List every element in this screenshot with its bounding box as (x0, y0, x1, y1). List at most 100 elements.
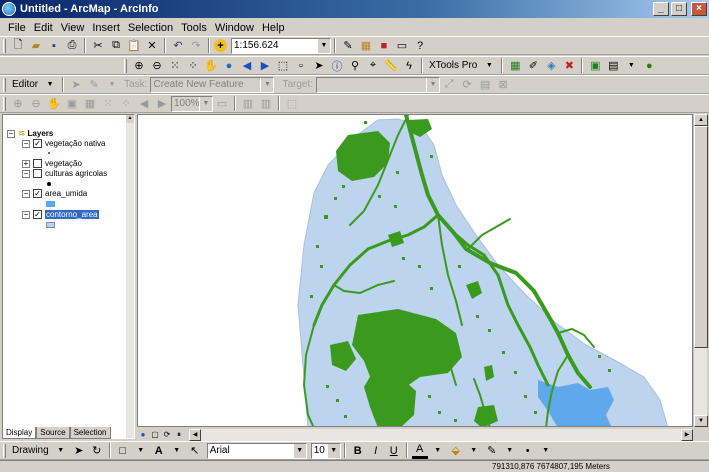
paste-icon[interactable]: 📋 (126, 38, 142, 54)
zoom-whole-page-icon[interactable]: ▣ (64, 96, 80, 112)
layer-row[interactable]: − ✓ contorno_area (22, 210, 99, 219)
layer-row[interactable]: − ✓ area_umida (22, 189, 87, 198)
xtools-table-icon[interactable]: ▦ (507, 58, 523, 74)
chevron-down-icon[interactable]: ▼ (42, 77, 58, 93)
sketch-properties-icon[interactable]: ⊠ (495, 77, 511, 93)
collapse-icon[interactable]: − (22, 189, 30, 198)
fixed-zoom-in-icon[interactable]: ⁙ (167, 58, 183, 74)
layer-name[interactable]: vegetação (45, 159, 82, 168)
layer-visibility-checkbox[interactable]: ✓ (33, 189, 42, 198)
measure-icon[interactable]: 📏 (383, 58, 399, 74)
attributes-icon[interactable]: ▤ (477, 77, 493, 93)
minimize-button[interactable]: _ (653, 2, 669, 16)
chevron-down-icon[interactable]: ▼ (169, 443, 185, 459)
chevron-down-icon[interactable]: ▼ (317, 38, 330, 53)
marker-color-icon[interactable]: • (520, 443, 536, 459)
chevron-down-icon[interactable]: ▼ (481, 58, 497, 74)
menu-selection[interactable]: Selection (124, 22, 177, 34)
toolbar-grip[interactable] (3, 77, 6, 92)
identify-icon[interactable]: ⓘ (329, 58, 345, 74)
scroll-down-icon[interactable]: ▼ (694, 415, 708, 427)
bold-icon[interactable]: B (350, 443, 366, 459)
line-color-icon[interactable]: ✎ (484, 443, 500, 459)
save-icon[interactable]: ▪ (46, 38, 62, 54)
chevron-down-icon[interactable]: ▼ (502, 443, 518, 459)
chevron-down-icon[interactable]: ▼ (326, 443, 340, 458)
tab-display[interactable]: Display (2, 427, 37, 439)
layout-zoom-combo[interactable]: 100% ▼ (171, 95, 213, 112)
menu-edit[interactable]: Edit (30, 22, 57, 34)
menu-view[interactable]: View (57, 22, 89, 34)
map-scale-combo[interactable]: 1:156.624 ▼ (231, 37, 331, 54)
select-elements-arrow-icon[interactable]: ➤ (71, 443, 87, 459)
command-line-icon[interactable]: ▭ (394, 38, 410, 54)
print-icon[interactable]: ⎙ (64, 38, 80, 54)
toggle-draft-icon[interactable]: ▭ (214, 96, 230, 112)
select-elements-arrow-icon[interactable]: ➤ (311, 58, 327, 74)
collapse-icon[interactable]: − (22, 139, 30, 148)
menu-help[interactable]: Help (258, 22, 289, 34)
menu-tools[interactable]: Tools (177, 22, 211, 34)
layer-row[interactable]: − ✓ vegetação nativa (22, 139, 106, 148)
text-tool-icon[interactable]: A (151, 443, 167, 459)
layer-row[interactable]: + vegetação (22, 159, 82, 168)
italic-icon[interactable]: I (368, 443, 384, 459)
layer-visibility-checkbox[interactable] (33, 159, 42, 168)
close-button[interactable]: × (691, 2, 707, 16)
font-color-icon[interactable]: A (411, 443, 428, 459)
menu-insert[interactable]: Insert (88, 22, 124, 34)
scroll-left-icon[interactable]: ◀ (189, 428, 201, 441)
copy-icon[interactable]: ⧉ (108, 38, 124, 54)
layer-name[interactable]: vegetação nativa (45, 139, 106, 148)
xtools-remove-icon[interactable]: ✖ (561, 58, 577, 74)
layer-visibility-checkbox[interactable] (33, 169, 42, 178)
sketch-pencil-icon[interactable]: ✎ (86, 77, 102, 93)
toolbar-grip[interactable] (3, 443, 6, 458)
zoom-in-icon[interactable]: ⊕ (131, 58, 147, 74)
task-combo[interactable]: Create New Feature ▼ (150, 76, 275, 93)
open-folder-icon[interactable]: ▰ (28, 38, 44, 54)
title-bar[interactable]: Untitled - ArcMap - ArcInfo _ □ × (0, 0, 709, 18)
toolbar-grip[interactable] (3, 96, 6, 111)
layer-name[interactable]: culturas agricolas (45, 169, 107, 178)
menu-window[interactable]: Window (211, 22, 258, 34)
fixed-zoom-in-layout-icon[interactable]: ⁙ (100, 96, 116, 112)
zoom-out-icon[interactable]: ⊖ (149, 58, 165, 74)
zoom-to-selected-icon[interactable]: ⬚ (284, 96, 300, 112)
chevron-down-icon[interactable]: ▼ (426, 77, 440, 92)
chevron-down-icon[interactable]: ▼ (538, 443, 554, 459)
scroll-right-icon[interactable]: ▶ (681, 428, 693, 441)
pan-hand-icon[interactable]: ✋ (203, 58, 219, 74)
back-arrow-icon[interactable]: ◀ (239, 58, 255, 74)
scroll-up-icon[interactable]: ▲ (126, 115, 134, 123)
menu-file[interactable]: File (4, 22, 30, 34)
focus-frame-icon[interactable]: ▥ (240, 96, 256, 112)
collapse-icon[interactable]: − (22, 169, 30, 178)
editor-toolbar-icon[interactable]: ✎ (340, 38, 356, 54)
target-combo[interactable]: ▼ (316, 76, 441, 93)
change-layout-icon[interactable]: ▥ (258, 96, 274, 112)
toolbar-grip[interactable] (3, 38, 6, 53)
split-tool-icon[interactable]: ⤢ (441, 77, 457, 93)
xtools-shape-icon[interactable]: ◈ (543, 58, 559, 74)
font-size-combo[interactable]: 10 ▼ (310, 442, 341, 459)
edit-vertices-icon[interactable]: ↖ (187, 443, 203, 459)
undo-icon[interactable]: ↶ (170, 38, 186, 54)
whats-this-icon[interactable]: ? (412, 38, 428, 54)
xtools-pencil-icon[interactable]: ✐ (525, 58, 541, 74)
zoom-100-icon[interactable]: ▦ (82, 96, 98, 112)
layout-pan-icon[interactable]: ✋ (46, 96, 62, 112)
layout-zoom-in-icon[interactable]: ⊕ (10, 96, 26, 112)
edit-tool-arrow-icon[interactable]: ➤ (68, 77, 84, 93)
drawing-menu[interactable]: Drawing (12, 445, 49, 456)
next-extent-icon[interactable]: ▶ (154, 96, 170, 112)
chevron-down-icon[interactable]: ▼ (466, 443, 482, 459)
layer-name[interactable]: area_umida (45, 189, 87, 198)
rectangle-icon[interactable]: □ (115, 443, 131, 459)
add-data-icon[interactable]: + (214, 39, 227, 52)
chevron-down-icon[interactable]: ▼ (133, 443, 149, 459)
fixed-zoom-out-icon[interactable]: ⁘ (185, 58, 201, 74)
scroll-up-icon[interactable]: ▲ (694, 114, 708, 126)
map-vertical-scrollbar[interactable]: ▲ ▼ (693, 114, 708, 427)
xtools-pro-menu[interactable]: XTools Pro (429, 60, 477, 71)
